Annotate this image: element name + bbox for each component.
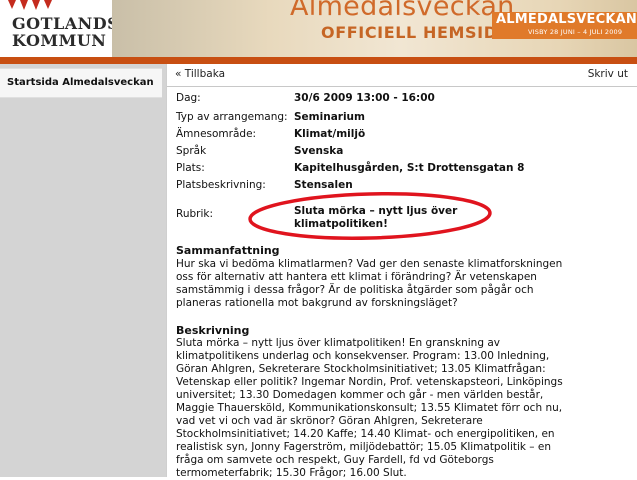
field-value-plats: Kapitelhusgården, S:t Drottensgatan 8 [294,162,525,174]
field-value-sprak: Svenska [294,145,344,157]
description-text: Sluta mörka – nytt ljus över klimatpolit… [176,337,631,480]
sidebar-item-startsida[interactable]: Startsida Almedalsveckan [0,68,162,98]
site-header: GOTLANDS KOMMUN Almedalsveckan OFFICIELL… [0,0,637,57]
sidebar: Startsida Almedalsveckan [0,64,166,477]
crown-icon [8,0,52,10]
summary-line: planeras rationella mot bakgrund av fors… [176,297,458,309]
field-label-rubrik: Rubrik: [176,208,213,220]
field-label-typ: Typ av arrangemang: [176,111,288,123]
header-divider [0,57,637,64]
summary-line: samstämmig i dessa frågor? Är de politis… [176,284,534,296]
sidebar-item-label: Startsida Almedalsveckan [7,77,154,88]
field-value-dag: 30/6 2009 13:00 - 16:00 [294,92,435,104]
back-link[interactable]: « Tillbaka [175,68,225,80]
main-content: « Tillbaka Skriv ut Dag: 30/6 2009 13:00… [166,64,637,480]
field-value-amnesomrade: Klimat/miljö [294,128,366,140]
field-label-platsbeskrivning: Platsbeskrivning: [176,179,266,191]
banner-subtitle: OFFICIELL HEMSIDA [321,23,511,42]
logo-text-kommun: KOMMUN [12,31,107,50]
field-value-typ: Seminarium [294,111,365,123]
red-annotation-circle [248,192,492,240]
description-line: Maggie Thauersköld, Kommunikationskonsul… [176,402,563,414]
summary-heading: Sammanfattning [176,244,280,257]
field-label-sprak: Språk [176,145,207,157]
summary-line: Hur ska vi bedöma klimatlarmen? Vad ger … [176,258,563,270]
almedalsveckan-badge[interactable]: ALMEDALSVECKAN VISBY 28 JUNI – 4 JULI 20… [492,12,637,39]
description-line: termometerfabrik; 15.30 Frågor; 16.00 Sl… [176,467,407,479]
gotlands-kommun-logo[interactable]: GOTLANDS KOMMUN [0,0,119,57]
description-line: klimatpolitikens underlag och konsekvens… [176,350,550,362]
description-line: vad vet vi och vad är skrönor? Göran Ahl… [176,415,483,427]
banner-title: Almedalsveckan [290,0,515,22]
field-label-dag: Dag: [176,92,201,104]
description-line: Göran Ahlgren, Sekreterare Stockholmsini… [176,363,546,375]
header-banner: Almedalsveckan OFFICIELL HEMSIDA ALMEDAL… [112,0,637,57]
field-value-platsbeskrivning: Stensalen [294,179,353,191]
description-line: Sluta mörka – nytt ljus över klimatpolit… [176,337,500,349]
description-line: Vetenskap eller politik? Ingemar Nordin,… [176,376,563,388]
content-toolbar: « Tillbaka Skriv ut [167,64,637,87]
badge-dates: VISBY 28 JUNI – 4 JULI 2009 [528,28,623,36]
description-heading: Beskrivning [176,324,250,337]
summary-text: Hur ska vi bedöma klimatlarmen? Vad ger … [176,258,631,310]
field-label-amnesomrade: Ämnesområde: [176,128,257,140]
summary-line: oss för alternativ att hantera ett klima… [176,271,537,283]
description-line: realistisk syn, Jonny Fagerström, miljöd… [176,441,552,453]
description-line: fråga om samvete och respekt, Guy Fardel… [176,454,494,466]
description-line: universitet; 13.30 Domedagen kommer och … [176,389,544,401]
description-line: Stockholmsinitiativet; 14.20 Kaffe; 14.4… [176,428,555,440]
print-link[interactable]: Skriv ut [588,68,628,80]
field-label-plats: Plats: [176,162,205,174]
badge-title: ALMEDALSVECKAN [496,12,637,27]
